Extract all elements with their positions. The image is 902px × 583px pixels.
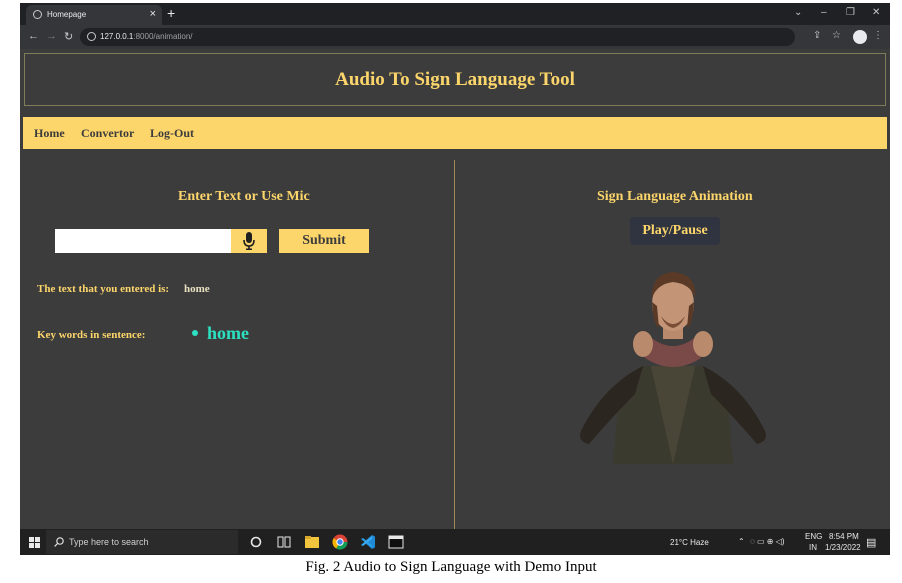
bullet-icon [192,329,198,336]
url-text: 127.0.0.1:8000/animation/ [100,32,193,41]
mic-button[interactable] [231,229,267,253]
reload-icon[interactable]: ↻ [64,30,73,43]
navbar: Home Convertor Log-Out [23,117,887,149]
browser-tab[interactable]: Homepage × [26,5,162,25]
nav-convertor-link[interactable]: Convertor [81,126,134,141]
profile-avatar-icon[interactable] [853,30,867,44]
web-page: Audio To Sign Language Tool Home Convert… [20,49,890,529]
notification-icon[interactable]: ▤ [866,536,876,549]
back-icon[interactable]: ← [28,30,39,42]
chrome-icon[interactable] [331,533,349,551]
forward-icon[interactable]: → [46,30,57,42]
globe-icon [33,10,42,19]
keywords-label: Key words in sentence: [37,329,146,341]
restore-icon[interactable]: ❐ [846,7,855,18]
keyword-list-item: home [192,323,249,344]
terminal-icon[interactable] [387,533,405,551]
tab-close-icon[interactable]: × [150,8,156,20]
nav-logout-link[interactable]: Log-Out [150,126,194,141]
clock-date[interactable]: 1/23/2022 [825,543,861,552]
tray-chevron-icon[interactable]: ⌃ [738,537,745,546]
nav-home-link[interactable]: Home [34,126,65,141]
entered-text-value: home [184,283,210,295]
panel-divider [454,160,455,529]
address-bar: ← → ↻ 127.0.0.1:8000/animation/ ⇪ ☆ ⋮ [20,25,890,49]
page-title: Audio To Sign Language Tool [335,68,575,90]
screenshot: Homepage × + ⌄ – ❐ ✕ ← → ↻ 127.0.0.1:800… [20,3,890,555]
browser-tab-bar: Homepage × + ⌄ – ❐ ✕ [20,3,890,25]
windows-start-icon[interactable] [29,537,40,548]
search-placeholder: Type here to search [69,537,149,547]
tab-search-icon[interactable]: ⌄ [794,7,802,18]
windows-taskbar: Type here to search 21°C Haze ⌃ ◌ ▭ ⊕ ◁)… [20,529,890,555]
cortana-icon[interactable] [247,533,265,551]
submit-button[interactable]: Submit [279,229,369,253]
search-icon [54,537,64,547]
close-window-icon[interactable]: ✕ [872,7,880,18]
clock-time[interactable]: 8:54 PM [829,532,859,541]
minimize-icon[interactable]: – [821,7,827,18]
tab-title: Homepage [47,10,87,19]
file-explorer-icon[interactable] [303,533,321,551]
page-header: Audio To Sign Language Tool [24,53,886,106]
language-region[interactable]: IN [809,543,817,552]
vscode-icon[interactable] [359,533,377,551]
share-icon[interactable]: ⇪ [813,30,821,41]
info-icon[interactable] [87,32,96,41]
animation-heading: Sign Language Animation [597,189,753,204]
bookmark-star-icon[interactable]: ☆ [832,30,841,41]
weather-status[interactable]: 21°C Haze [670,538,709,547]
tray-icons[interactable]: ◌ ▭ ⊕ ◁) [750,537,785,546]
language-indicator[interactable]: ENG [805,532,822,541]
taskbar-search-box[interactable]: Type here to search [46,530,238,554]
play-pause-button[interactable]: Play/Pause [630,217,720,245]
input-heading: Enter Text or Use Mic [178,189,310,204]
sign-language-avatar [580,272,766,464]
new-tab-icon[interactable]: + [167,5,175,21]
task-view-icon[interactable] [275,533,293,551]
text-input[interactable] [55,229,231,253]
url-field[interactable]: 127.0.0.1:8000/animation/ [80,28,795,46]
entered-text-label: The text that you entered is: [37,283,170,295]
figure-caption: Fig. 2 Audio to Sign Language with Demo … [305,559,597,575]
microphone-icon [243,232,255,250]
menu-kebab-icon[interactable]: ⋮ [873,30,883,41]
